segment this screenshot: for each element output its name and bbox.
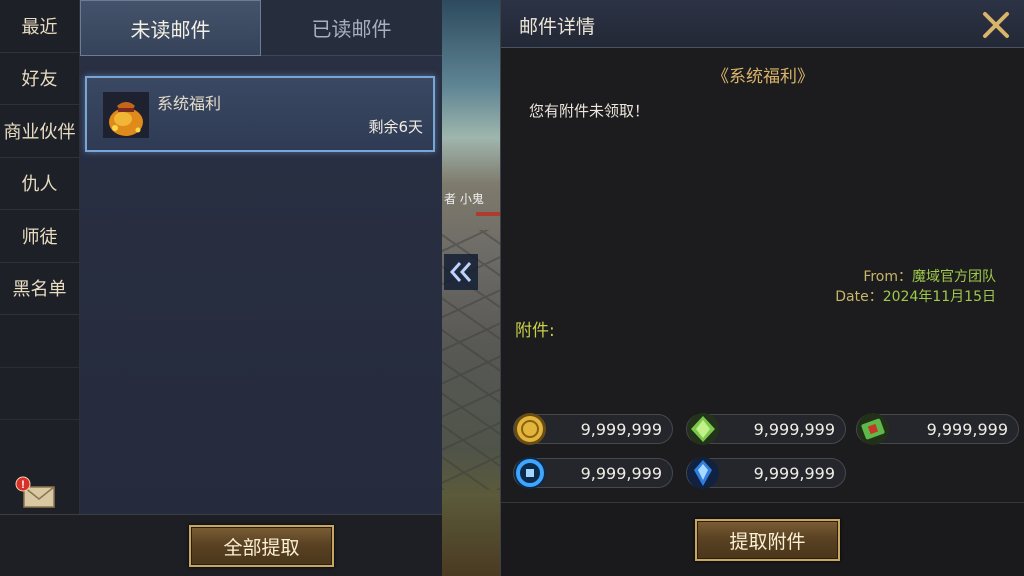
blue-orb-icon bbox=[514, 457, 546, 489]
green-ticket-icon bbox=[857, 413, 889, 445]
sidebar-item-blacklist[interactable]: 黑名单 bbox=[0, 263, 79, 315]
tab-label: 已读邮件 bbox=[311, 17, 392, 41]
detail-header: 邮件详情 bbox=[501, 0, 1024, 48]
tab-label: 未读邮件 bbox=[130, 17, 211, 42]
date-value: 2024年11月15日 bbox=[882, 289, 996, 305]
collapse-panel-button[interactable] bbox=[444, 254, 478, 290]
claim-attachments-label: 提取附件 bbox=[729, 530, 806, 553]
tab-unread[interactable]: 未读邮件 bbox=[80, 0, 261, 56]
sidebar-empty-slot bbox=[0, 315, 79, 368]
attachments-label: 附件: bbox=[515, 321, 555, 341]
sidebar-item-mentorship[interactable]: 师徒 bbox=[0, 210, 79, 263]
green-gem-icon bbox=[687, 413, 719, 445]
close-button[interactable] bbox=[979, 8, 1013, 42]
sidebar-item-recent[interactable]: 最近 bbox=[0, 0, 79, 53]
mail-remaining-time: 剩余6天 bbox=[368, 118, 423, 136]
mail-tabs: 未读邮件 已读邮件 bbox=[80, 0, 442, 56]
claim-attachments-button[interactable]: 提取附件 bbox=[695, 519, 840, 561]
mail-list-panel: 未读邮件 已读邮件 系统福利 剩余6天 bbox=[80, 0, 442, 514]
sidebar-item-label: 好友 bbox=[21, 69, 58, 91]
detail-title: 邮件详情 bbox=[519, 16, 596, 38]
gold-coin-icon bbox=[514, 413, 546, 445]
from-label: From： bbox=[863, 269, 912, 285]
attachment-amount: 9,999,999 bbox=[926, 420, 1008, 439]
attachment-amount: 9,999,999 bbox=[753, 464, 835, 483]
sidebar-item-label: 黑名单 bbox=[12, 279, 67, 301]
mail-envelope-icon[interactable]: ! bbox=[14, 476, 58, 510]
sidebar-item-label: 师徒 bbox=[21, 226, 58, 248]
mail-subject: 系统福利 bbox=[157, 94, 222, 113]
tab-read[interactable]: 已读邮件 bbox=[261, 0, 442, 56]
detail-mail-body: 您有附件未领取！ bbox=[529, 102, 650, 120]
date-label: Date： bbox=[835, 289, 883, 305]
gold-bag-icon bbox=[103, 92, 149, 138]
scene-character-name: 者 小鬼 bbox=[444, 192, 484, 206]
sidebar-item-business-partners[interactable]: 商业伙伴 bbox=[0, 105, 79, 158]
list-footer: 全部提取 bbox=[0, 514, 442, 576]
attachment-item: 9,999,999 bbox=[856, 413, 1019, 445]
attachment-item: 9,999,999 bbox=[686, 457, 846, 489]
attachment-amount: 9,999,999 bbox=[580, 464, 662, 483]
mail-detail-panel: 邮件详情 《系统福利》 您有附件未领取！ From：魔域官方团队 Date：20… bbox=[500, 0, 1024, 576]
attachment-item: 9,999,999 bbox=[513, 457, 673, 489]
sidebar-item-label: 仇人 bbox=[21, 174, 58, 196]
attachment-item: 9,999,999 bbox=[513, 413, 673, 445]
detail-footer: 提取附件 bbox=[501, 502, 1024, 576]
sidebar-empty-slot bbox=[0, 368, 79, 420]
sidebar-item-label: 商业伙伴 bbox=[3, 121, 76, 143]
detail-mail-subject: 《系统福利》 bbox=[712, 67, 814, 87]
sidebar-item-enemies[interactable]: 仇人 bbox=[0, 158, 79, 210]
attachment-amount: 9,999,999 bbox=[753, 420, 835, 439]
close-icon bbox=[983, 12, 1009, 38]
claim-all-label: 全部提取 bbox=[223, 536, 300, 559]
attachment-amount: 9,999,999 bbox=[580, 420, 662, 439]
sidebar-item-label: 最近 bbox=[21, 16, 58, 38]
mail-from: From：魔域官方团队 bbox=[863, 266, 996, 286]
category-sidebar: 最近 好友 商业伙伴 仇人 师徒 黑名单 ! bbox=[0, 0, 80, 514]
claim-all-button[interactable]: 全部提取 bbox=[189, 525, 334, 567]
mail-badge: ! bbox=[21, 479, 25, 491]
double-chevron-left-icon bbox=[449, 262, 472, 282]
from-value: 魔域官方团队 bbox=[912, 269, 996, 285]
mail-list-item[interactable]: 系统福利 剩余6天 bbox=[85, 76, 435, 152]
attachment-item: 9,999,999 bbox=[686, 413, 846, 445]
character-hp-bar bbox=[476, 212, 500, 216]
blue-crystal-icon bbox=[687, 457, 719, 489]
sidebar-item-friends[interactable]: 好友 bbox=[0, 53, 79, 105]
mail-date: Date：2024年11月15日 bbox=[835, 286, 996, 306]
